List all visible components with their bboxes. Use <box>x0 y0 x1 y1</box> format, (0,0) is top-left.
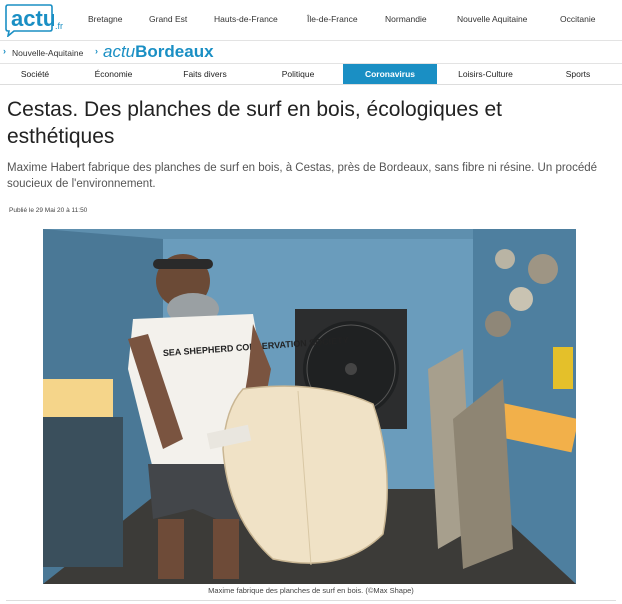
chevron-right-icon: › <box>3 46 6 56</box>
breadcrumb-bar: › Nouvelle-Aquitaine › actuBordeaux <box>0 41 622 64</box>
site-name: Bordeaux <box>135 42 214 61</box>
actu-bordeaux-link[interactable]: actuBordeaux <box>103 42 214 62</box>
region-link[interactable]: Occitanie <box>560 14 595 24</box>
tab-loisirs-culture[interactable]: Loisirs-Culture <box>437 64 534 84</box>
region-link[interactable]: Normandie <box>385 14 427 24</box>
article-photo[interactable]: SEA SHEPHERD CONSERVATION SOCIETY <box>43 229 576 584</box>
site-prefix: actu <box>103 42 136 61</box>
top-bar: actu .fr Bretagne Grand Est Hauts-de-Franc… <box>0 0 622 41</box>
tab-soci-t-[interactable]: Société <box>0 64 70 84</box>
region-link[interactable]: Bretagne <box>88 14 123 24</box>
tab--conomie[interactable]: Économie <box>70 64 157 84</box>
publish-date: Publié le 29 Mai 20 à 11:50 <box>9 207 88 214</box>
tab-coronavirus[interactable]: Coronavirus <box>343 64 437 84</box>
tab-faits-divers[interactable]: Faits divers <box>157 64 253 84</box>
actu-logo[interactable]: actu .fr <box>4 3 63 37</box>
tab-politique[interactable]: Politique <box>253 64 343 84</box>
divider <box>6 600 616 601</box>
region-link[interactable]: Nouvelle Aquitaine <box>457 14 527 24</box>
article-lead: Maxime Habert fabrique des planches de s… <box>7 162 598 190</box>
surf-workshop-image: SEA SHEPHERD CONSERVATION SOCIETY <box>43 229 576 584</box>
breadcrumb-region-link[interactable]: Nouvelle-Aquitaine <box>12 48 83 58</box>
category-nav: Société Économie Faits divers Politique Coro… <box>0 64 622 85</box>
region-link[interactable]: Île-de-France <box>307 14 358 24</box>
chevron-right-icon: › <box>95 46 98 56</box>
tab-sports[interactable]: Sports <box>534 64 622 84</box>
logo-tld: .fr <box>55 21 63 31</box>
article-title: Cestas. Des planches de surf en bois, éc… <box>7 98 502 148</box>
region-link[interactable]: Hauts-de-France <box>214 14 278 24</box>
logo-text: actu <box>11 6 54 31</box>
region-link[interactable]: Grand Est <box>149 14 187 24</box>
actu-logo-badge: actu <box>5 4 54 37</box>
photo-caption: Maxime fabrique des planches de surf en … <box>208 586 414 595</box>
